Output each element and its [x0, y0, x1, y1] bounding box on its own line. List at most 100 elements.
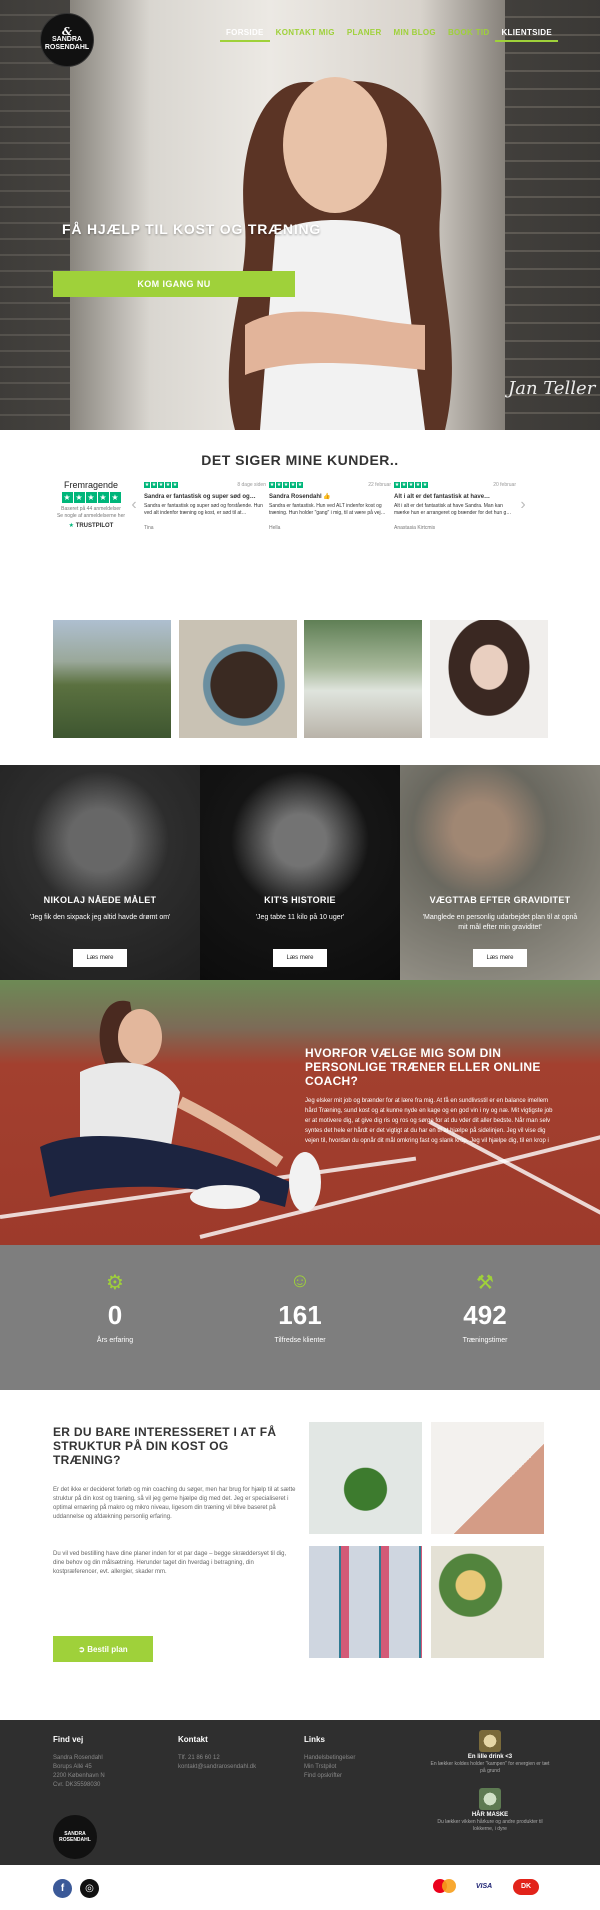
trustpilot-widget: Fremragende ★ ★ ★ ★ ★ Baseret på 44 anmeldel… [55, 480, 600, 532]
story-overlay [200, 765, 400, 980]
review-text: Alt i alt er det fantastisk at have Sand… [394, 503, 512, 516]
review-title: Sandra er fantastisk og super sød og… [144, 494, 256, 500]
review-stars: ★ ★ ★ ★ ★ [144, 482, 178, 488]
instagram-icon[interactable]: ◎ [80, 1879, 99, 1898]
logo-line1: SANDRA [52, 36, 82, 43]
gears-icon: ⚙ [106, 1272, 124, 1294]
site-logo[interactable]: & SANDRA ROSENDAHL [40, 13, 94, 67]
stat-label: Års erfaring [96, 1337, 134, 1344]
logo-mark-icon: & [62, 25, 72, 38]
plan-heading: ER DU BARE INTERESSERET I AT FÅ STRUKTUR… [53, 1425, 277, 1467]
footer-promo-hair[interactable]: HÅR MASKE Du lækker vikken hårkure og an… [430, 1788, 550, 1833]
chevron-right-icon[interactable]: › [516, 496, 530, 532]
read-more-button[interactable]: Læs mere [273, 949, 327, 967]
mastercard-icon [433, 1879, 457, 1895]
footer-line: 2200 København N [53, 1773, 105, 1779]
promo-thumbnail [479, 1788, 501, 1810]
nav-item-book-tid[interactable]: BOOK TID [442, 28, 496, 42]
hero-wall-right [505, 0, 600, 430]
gallery-image-beach[interactable] [304, 620, 422, 738]
review-stars: ★ ★ ★ ★ ★ [269, 482, 303, 488]
why-text: Jeg elsker mit job og brænder for at lær… [305, 1098, 553, 1144]
nav-item-klientside[interactable]: KLIENTSIDE [495, 28, 559, 42]
footer-contact: Kontakt Tlf. 21 86 60 12 kontakt@sandrar… [178, 1735, 256, 1772]
rating-word: Fremragende [63, 480, 119, 490]
logo-line2: ROSENDAHL [44, 44, 90, 51]
shown-reviews-text: Se nogle af anmeldelserne her [56, 513, 126, 519]
story-overlay [0, 765, 200, 980]
review-date: 8 dage siden [237, 482, 266, 488]
story-card-nikolaj: NIKOLAJ NÅEDE MÅLET 'Jeg fik den sixpack… [0, 765, 200, 980]
review-title: Alt i alt er det fantastisk at have… [394, 494, 491, 500]
footer-logo[interactable]: SANDRA ROSENDAHL [53, 1815, 97, 1859]
footer-heading: Find vej [53, 1735, 84, 1744]
reviews-section: DET SIGER MINE KUNDER.. Fremragende ★ ★ ★ ★… [0, 430, 600, 590]
read-more-button[interactable]: Læs mere [473, 949, 527, 967]
site-footer: Find vej Sandra Rosendahl Borups Allé 45… [0, 1720, 600, 1865]
reviews-heading: DET SIGER MINE KUNDER.. [201, 452, 399, 468]
footer-email[interactable]: kontakt@sandrarosendahl.dk [178, 1763, 256, 1772]
main-nav: FORSIDE KONTAKT MIG PLANER MIN BLOG BOOK… [220, 28, 559, 42]
why-choose-me-section: HVORFOR VÆLGE MIG SOM DIN PERSONLIGE TRÆ… [0, 980, 600, 1245]
review-title: Sandra Rosendahl 👍 [269, 494, 331, 500]
plan-paragraph-2: Du vil ved bestilling have dine planer i… [53, 1551, 287, 1575]
star-icon: ★ [61, 492, 73, 503]
athlete-image [40, 1000, 321, 1212]
story-overlay [400, 765, 600, 980]
trustpilot-summary[interactable]: Fremragende ★ ★ ★ ★ ★ Baseret på 44 anmeldel… [55, 480, 127, 532]
trustpilot-logo-text: TRUSTPILOT [75, 523, 114, 529]
stat-clients: ☺ 161 Tilfredse klienter [255, 1270, 345, 1390]
instagram-gallery [0, 590, 600, 765]
promo-text: En lækker koldes holder "kampen" for ene… [430, 1761, 550, 1774]
review-author: Anastasia Kirtcmis [394, 525, 436, 531]
review-date: 22 februar [368, 482, 391, 488]
plan-image-salad [309, 1422, 422, 1534]
review-card[interactable]: ★ ★ ★ ★ ★ 22 februar Sandra Rosendahl 👍 Sandr… [269, 482, 391, 532]
stat-value: 492 [463, 1300, 507, 1330]
gallery-image-hike[interactable] [53, 620, 171, 738]
stat-hours: ⚒ 492 Træningstimer [440, 1270, 530, 1390]
plan-section: ER DU BARE INTERESSERET I AT FÅ STRUKTUR… [0, 1390, 600, 1720]
plan-image-magazines [309, 1546, 422, 1658]
hero-section: & SANDRA ROSENDAHL FORSIDE KONTAKT MIG P… [0, 0, 600, 430]
nav-item-kontakt[interactable]: KONTAKT MIG [270, 28, 341, 42]
review-author: Hella [269, 525, 281, 531]
get-started-button[interactable]: KOM IGANG NU [53, 271, 295, 297]
based-on-text: Baseret på 44 anmeldelser [61, 506, 121, 512]
smiley-icon: ☺ [289, 1270, 311, 1292]
gallery-image-cake[interactable] [179, 620, 297, 738]
review-text: Sandra er fantastisk. Hun ved ALT indenf… [269, 503, 386, 516]
footer-promo-drink[interactable]: En lille drink <3 En lækker koldes holde… [430, 1730, 550, 1775]
trustpilot-logo: ★ TRUSTPILOT [55, 523, 127, 530]
chevron-left-icon[interactable]: ‹ [127, 496, 141, 532]
footer-line: Borups Allé 45 [53, 1764, 92, 1770]
order-plan-button[interactable]: ➲ Bestil plan [53, 1636, 153, 1662]
footer-link[interactable]: Handelsbetingelser [304, 1754, 355, 1763]
visa-icon: VISA [475, 1883, 493, 1890]
bottom-bar: f ◎ VISA DK [0, 1865, 600, 1910]
facebook-icon[interactable]: f [53, 1879, 72, 1898]
gallery-image-portrait[interactable] [430, 620, 548, 738]
nav-item-blog[interactable]: MIN BLOG [388, 28, 442, 42]
footer-line: Cvr. DK35598030 [53, 1782, 101, 1788]
story-title: NIKOLAJ NÅEDE MÅLET [43, 895, 157, 905]
review-card[interactable]: ★ ★ ★ ★ ★ 20 februar Alt i alt er det fantast… [394, 482, 516, 532]
story-card-pregnancy: VÆGTTAB EFTER GRAVIDITET 'Manglede en pe… [400, 765, 600, 980]
footer-link[interactable]: Find opskrifter [304, 1772, 355, 1781]
plan-paragraph-1: Er det ikke er decideret forløb og min c… [53, 1487, 296, 1520]
rating-stars: ★ ★ ★ ★ ★ [61, 492, 121, 503]
client-stories: NIKOLAJ NÅEDE MÅLET 'Jeg fik den sixpack… [0, 765, 600, 980]
hero-title: FÅ HJÆLP TIL KOST OG TRÆNING [62, 221, 322, 237]
footer-phone[interactable]: Tlf. 21 86 60 12 [178, 1754, 256, 1763]
stat-value: 0 [107, 1300, 123, 1330]
dumbbell-icon: ⚒ [476, 1272, 494, 1294]
promo-thumbnail [479, 1730, 501, 1752]
nav-item-forside[interactable]: FORSIDE [220, 28, 270, 42]
nav-item-planer[interactable]: PLANER [341, 28, 388, 42]
read-more-button[interactable]: Læs mere [73, 949, 127, 967]
plan-image-menu [431, 1422, 544, 1534]
footer-link[interactable]: Min Trstpilot [304, 1763, 355, 1772]
story-title: VÆGTTAB EFTER GRAVIDITET [429, 895, 571, 905]
review-card[interactable]: ★ ★ ★ ★ ★ 8 dage siden Sandra er fantastisk o… [144, 482, 266, 532]
star-icon: ★ [73, 492, 85, 503]
